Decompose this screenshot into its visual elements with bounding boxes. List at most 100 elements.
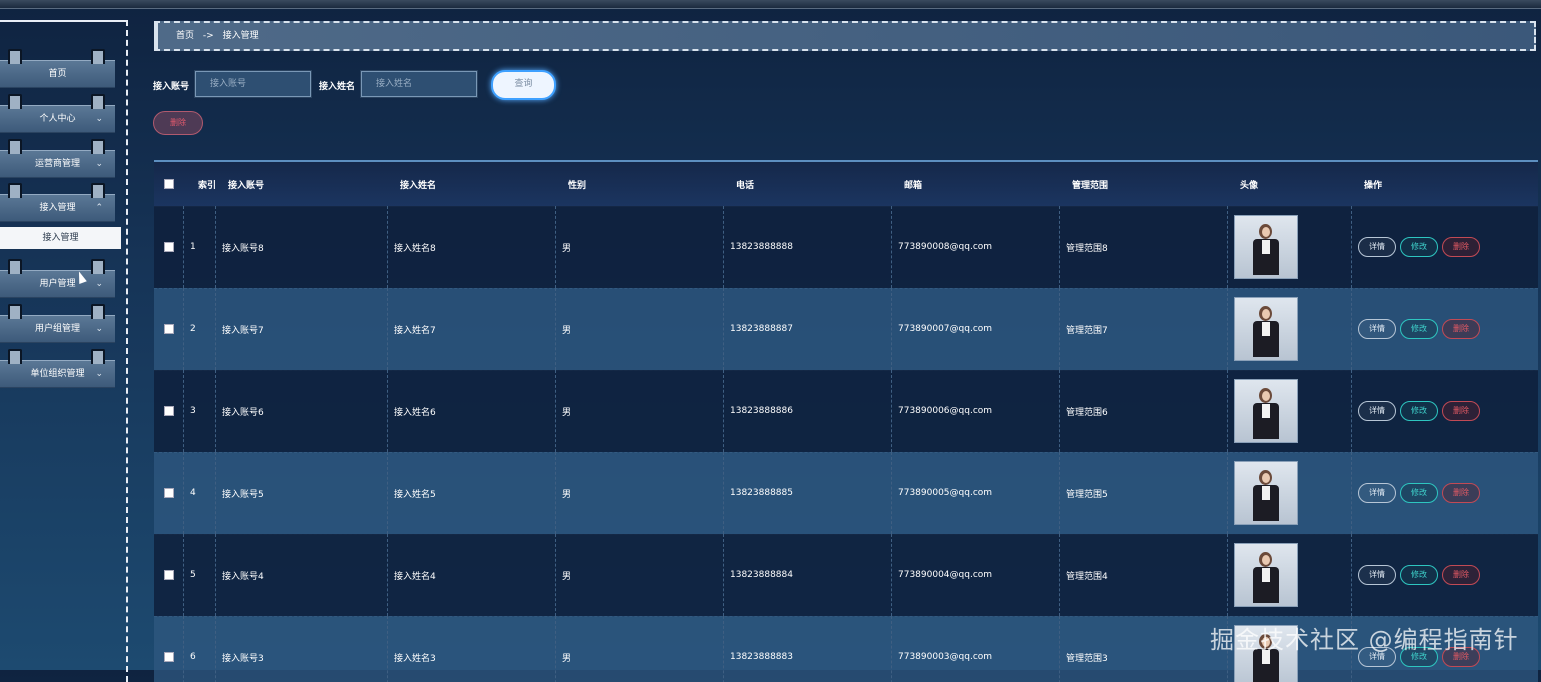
detail-button[interactable]: 详情 xyxy=(1358,237,1396,257)
cell-scope: 管理范围4 xyxy=(1060,534,1228,616)
delete-button[interactable]: 删除 xyxy=(1442,565,1480,585)
row-checkbox[interactable] xyxy=(163,488,174,498)
avatar xyxy=(1234,297,1298,361)
chevron-down-icon: ⌄ xyxy=(95,159,103,169)
select-all-checkbox[interactable] xyxy=(164,179,174,189)
table-row: 1 接入账号8 接入姓名8 男 13823888888 773890008@qq… xyxy=(154,206,1538,289)
cell-account: 接入账号5 xyxy=(216,452,388,534)
clip-icon xyxy=(8,139,22,154)
detail-button[interactable]: 详情 xyxy=(1358,319,1396,339)
sidebar-item-personal-center[interactable]: 个人中心 ⌄ xyxy=(0,94,115,133)
chevron-up-icon: ⌃ xyxy=(95,203,103,213)
cell-account: 接入账号6 xyxy=(216,370,388,452)
clip-icon xyxy=(8,259,22,274)
delete-button[interactable]: 删除 xyxy=(1442,483,1480,503)
sidebar-item-user-management[interactable]: 用户管理 ⌄ xyxy=(0,259,115,298)
cell-email: 773890005@qq.com xyxy=(892,452,1060,534)
cell-ops: 详情 修改 删除 xyxy=(1352,288,1538,370)
header-index: 索引 xyxy=(198,180,217,191)
cell-gender: 男 xyxy=(556,206,724,288)
edit-button[interactable]: 修改 xyxy=(1400,401,1438,421)
name-label: 接入姓名 xyxy=(319,82,356,92)
cell-avatar xyxy=(1228,370,1352,452)
table-row: 4 接入账号5 接入姓名5 男 13823888885 773890005@qq… xyxy=(154,452,1538,535)
edit-button[interactable]: 修改 xyxy=(1400,237,1438,257)
sidebar-item-label: 运营商管理 xyxy=(34,159,80,169)
row-checkbox-cell xyxy=(154,616,184,682)
name-search-input[interactable] xyxy=(360,70,478,98)
cell-avatar xyxy=(1228,288,1352,370)
delete-button[interactable]: 删除 xyxy=(1442,237,1480,257)
avatar xyxy=(1234,215,1298,279)
row-checkbox[interactable] xyxy=(163,406,174,416)
cell-email: 773890007@qq.com xyxy=(892,288,1060,370)
submenu-item-access-management[interactable]: 接入管理 xyxy=(0,227,121,249)
cell-name: 接入姓名5 xyxy=(388,452,556,534)
cell-name: 接入姓名3 xyxy=(388,616,556,682)
detail-button[interactable]: 详情 xyxy=(1358,401,1396,421)
chevron-down-icon: ⌄ xyxy=(95,324,103,334)
row-checkbox[interactable] xyxy=(163,242,174,252)
cell-phone: 13823888888 xyxy=(724,206,892,288)
sidebar-item-label: 接入管理 xyxy=(39,203,76,213)
sidebar-item-user-group-management[interactable]: 用户组管理 ⌄ xyxy=(0,304,115,343)
row-checkbox-cell xyxy=(154,534,184,616)
sidebar-item-org-management[interactable]: 单位组织管理 ⌄ xyxy=(0,349,115,388)
table-row: 5 接入账号4 接入姓名4 男 13823888884 773890004@qq… xyxy=(154,534,1538,617)
header-scope: 管理范围 xyxy=(1072,180,1109,191)
breadcrumb-current: 接入管理 xyxy=(222,31,259,41)
clip-icon xyxy=(8,349,22,364)
cell-name: 接入姓名8 xyxy=(388,206,556,288)
delete-button[interactable]: 删除 xyxy=(1442,319,1480,339)
row-checkbox[interactable] xyxy=(163,652,174,662)
cell-gender: 男 xyxy=(556,452,724,534)
row-checkbox[interactable] xyxy=(163,324,174,334)
cell-gender: 男 xyxy=(556,534,724,616)
sidebar-item-label: 用户组管理 xyxy=(34,324,80,334)
cell-account: 接入账号8 xyxy=(216,206,388,288)
edit-button[interactable]: 修改 xyxy=(1400,319,1438,339)
cell-phone: 13823888885 xyxy=(724,452,892,534)
sidebar-item-home[interactable]: 首页 xyxy=(0,49,115,88)
row-checkbox-cell xyxy=(154,206,184,288)
cell-name: 接入姓名7 xyxy=(388,288,556,370)
avatar xyxy=(1234,461,1298,525)
batch-delete-button[interactable]: 删除 xyxy=(153,111,203,135)
delete-button[interactable]: 删除 xyxy=(1442,401,1480,421)
breadcrumb-home[interactable]: 首页 xyxy=(176,31,194,41)
cell-account: 接入账号4 xyxy=(216,534,388,616)
edit-button[interactable]: 修改 xyxy=(1400,483,1438,503)
query-button[interactable]: 查询 xyxy=(491,70,556,100)
cell-index: 4 xyxy=(184,452,216,534)
data-table: 索引 接入账号 接入姓名 性别 电话 邮箱 管理范围 头像 操作 1 接入账号8… xyxy=(154,160,1538,682)
sidebar-item-access-management[interactable]: 接入管理 ⌃ xyxy=(0,183,115,222)
cell-phone: 13823888886 xyxy=(724,370,892,452)
submenu-item-label: 接入管理 xyxy=(42,233,79,243)
cell-index: 2 xyxy=(184,288,216,370)
clip-icon xyxy=(8,49,22,64)
header-avatar: 头像 xyxy=(1240,180,1259,191)
row-checkbox-cell xyxy=(154,452,184,534)
sidebar-item-label: 个人中心 xyxy=(39,114,76,124)
row-checkbox-cell xyxy=(154,288,184,370)
cell-email: 773890003@qq.com xyxy=(892,616,1060,682)
sidebar-item-operator-management[interactable]: 运营商管理 ⌄ xyxy=(0,139,115,178)
cell-scope: 管理范围6 xyxy=(1060,370,1228,452)
table-header: 索引 接入账号 接入姓名 性别 电话 邮箱 管理范围 头像 操作 xyxy=(154,162,1538,207)
cell-phone: 13823888887 xyxy=(724,288,892,370)
sidebar-item-label: 单位组织管理 xyxy=(30,369,85,379)
edit-button[interactable]: 修改 xyxy=(1400,565,1438,585)
cell-index: 6 xyxy=(184,616,216,682)
account-search-input[interactable] xyxy=(194,70,312,98)
detail-button[interactable]: 详情 xyxy=(1358,483,1396,503)
cell-scope: 管理范围7 xyxy=(1060,288,1228,370)
chevron-down-icon: ⌄ xyxy=(95,369,103,379)
cell-phone: 13823888883 xyxy=(724,616,892,682)
cell-scope: 管理范围8 xyxy=(1060,206,1228,288)
row-checkbox[interactable] xyxy=(163,570,174,580)
cell-name: 接入姓名6 xyxy=(388,370,556,452)
cell-name: 接入姓名4 xyxy=(388,534,556,616)
clip-icon xyxy=(8,304,22,319)
select-all-cell xyxy=(154,162,184,206)
detail-button[interactable]: 详情 xyxy=(1358,565,1396,585)
